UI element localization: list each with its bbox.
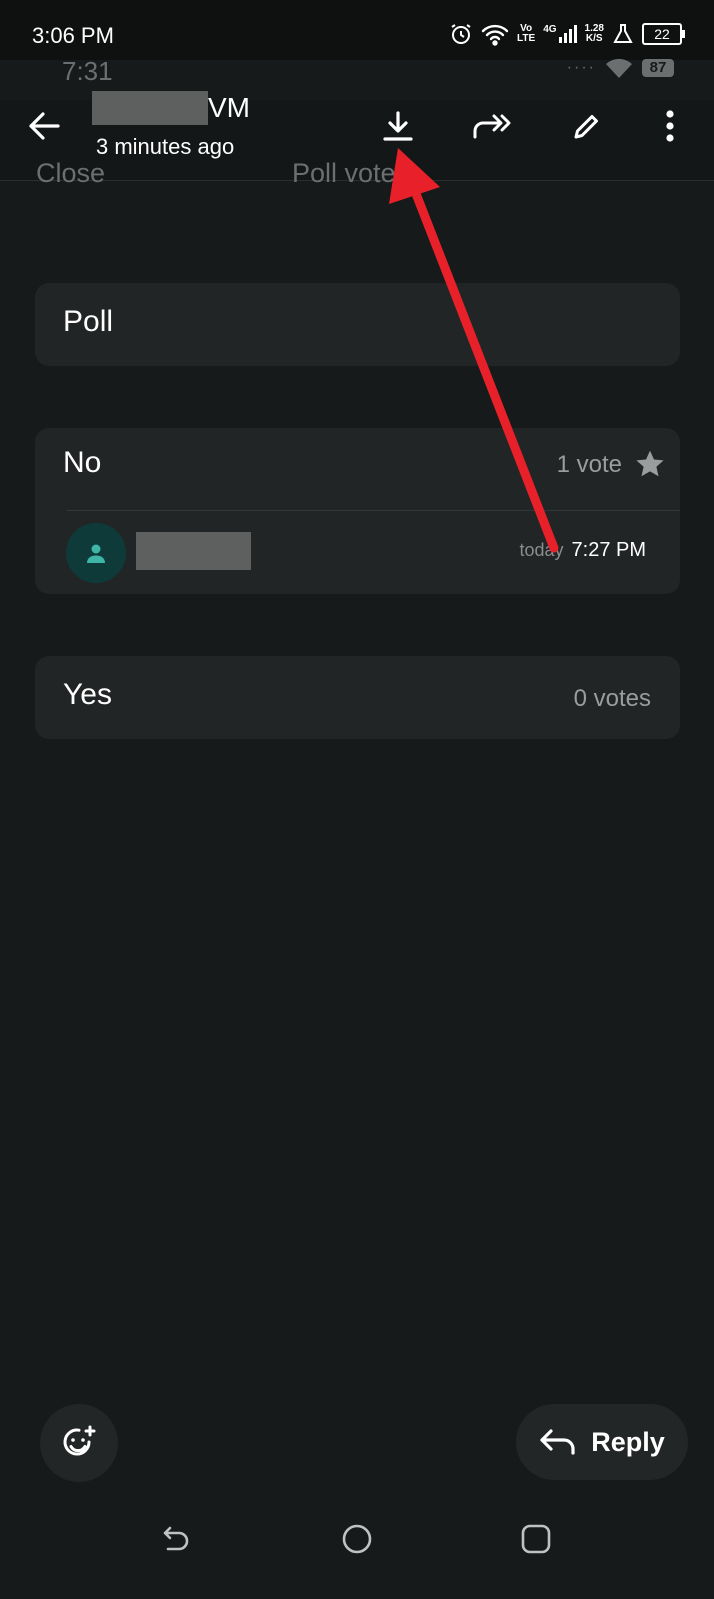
back-button[interactable]	[26, 108, 70, 148]
poll-title-card: Poll	[35, 283, 680, 366]
signal-icon: 4G	[543, 25, 577, 43]
poll-title: Poll	[63, 305, 114, 338]
vote-day: today	[519, 540, 564, 560]
ghost-signal-dots: ····	[566, 59, 596, 76]
flask-icon	[613, 24, 633, 43]
network-speed: 1.28 K/S	[584, 23, 604, 44]
option-vote-count: 0 votes	[573, 685, 651, 712]
more-vertical-icon	[666, 110, 674, 142]
edit-pencil-icon	[574, 115, 598, 139]
nav-home-icon[interactable]	[341, 1523, 373, 1555]
status-icons: Vo LTE 4G 1.28 K/S 22	[449, 22, 685, 46]
ghost-status-icons: ···· 87	[567, 58, 674, 78]
option-divider	[67, 510, 680, 511]
forward-icon	[473, 114, 511, 139]
ghost-poll-votes-title: Poll votes	[292, 158, 410, 188]
poll-option-yes-card[interactable]: Yes 0 votes	[35, 656, 680, 739]
ghost-battery: 87	[642, 59, 674, 77]
nav-back-icon[interactable]	[160, 1523, 192, 1555]
emoji-add-icon	[63, 1425, 96, 1456]
download-icon	[383, 111, 413, 141]
contact-name-suffix: VM	[208, 92, 250, 123]
option-label: No	[63, 446, 102, 479]
volte-indicator: Vo LTE	[517, 23, 536, 44]
annotation-arrow	[389, 148, 559, 553]
wifi-icon	[481, 24, 509, 46]
message-timestamp: 3 minutes ago	[96, 134, 235, 159]
poll-option-no-card[interactable]: No 1 vote today 7:27 PM	[35, 428, 680, 594]
alarm-icon	[451, 24, 471, 44]
battery-indicator: 22	[642, 23, 685, 45]
ghost-wifi-icon	[606, 58, 632, 78]
star-icon	[636, 450, 664, 477]
vote-time: 7:27 PM	[571, 539, 646, 561]
back-arrow-icon	[29, 112, 60, 140]
forward-button[interactable]	[470, 104, 514, 148]
download-button[interactable]	[376, 104, 420, 148]
nav-recents-icon[interactable]	[520, 1523, 552, 1555]
voter-avatar[interactable]	[66, 523, 126, 583]
option-vote-count: 1 vote	[556, 451, 622, 478]
reply-button[interactable]: Reply	[516, 1404, 688, 1480]
navigation-bar	[0, 1505, 714, 1599]
reply-arrow-icon	[540, 1429, 575, 1455]
add-reaction-button[interactable]	[40, 1404, 118, 1482]
ghost-status-time: 7:31	[62, 56, 113, 86]
edit-button[interactable]	[565, 104, 609, 148]
option-label: Yes	[63, 678, 112, 711]
redacted-voter-name	[136, 532, 251, 570]
redacted-contact-name	[92, 91, 208, 125]
status-time: 3:06 PM	[32, 23, 114, 48]
person-icon	[87, 544, 105, 563]
ghost-close-label: Close	[36, 158, 106, 188]
vote-timestamp: today 7:27 PM	[519, 539, 646, 562]
reply-label: Reply	[591, 1426, 665, 1457]
more-options-button[interactable]	[648, 104, 692, 148]
